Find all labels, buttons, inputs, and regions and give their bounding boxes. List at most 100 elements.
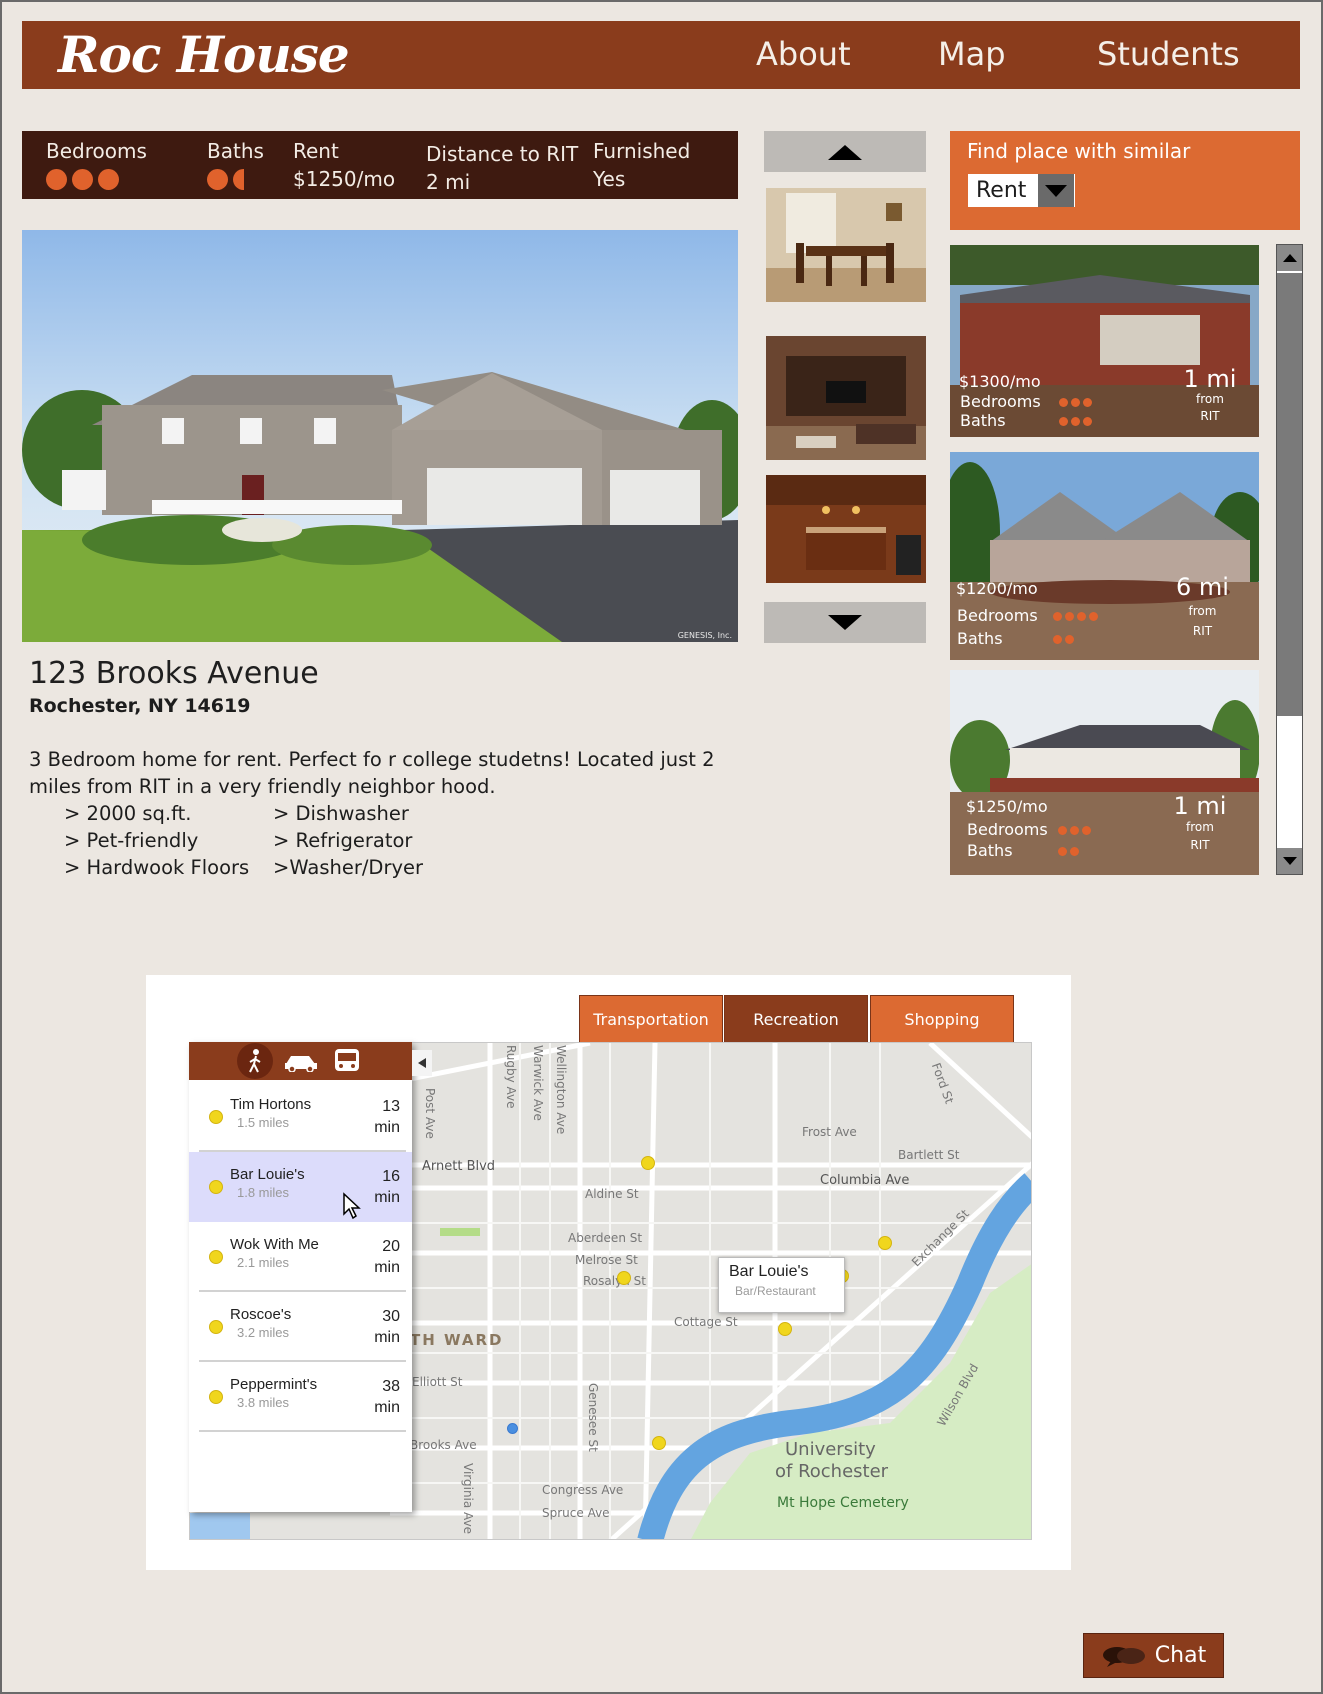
scroll-up-icon[interactable] xyxy=(1277,245,1302,271)
main-house-photo[interactable]: GENESIS, Inc. xyxy=(22,230,738,642)
card-bedrooms-rating xyxy=(1059,398,1092,407)
similar-scrollbar[interactable] xyxy=(1276,244,1303,875)
rating-dot xyxy=(1058,826,1067,835)
spec-bedrooms: Bedrooms xyxy=(46,137,147,190)
card-bedrooms-rating xyxy=(1058,826,1091,835)
place-time: 20 min xyxy=(374,1236,400,1278)
chat-button[interactable]: Chat xyxy=(1083,1633,1224,1678)
place-time-value: 20 xyxy=(382,1238,400,1255)
scroll-down-icon[interactable] xyxy=(1277,848,1302,874)
street-label: Spruce Ave xyxy=(542,1506,610,1520)
place-time: 38 min xyxy=(374,1376,400,1418)
kitchen-illustration xyxy=(766,475,926,583)
card-baths-rating xyxy=(1053,635,1074,644)
card-bedrooms-rating xyxy=(1053,612,1098,621)
street-label: Congress Ave xyxy=(542,1483,624,1497)
place-name: Tim Hortons xyxy=(230,1096,312,1113)
place-marker xyxy=(209,1390,223,1404)
place-time: 30 min xyxy=(374,1306,400,1348)
tab-transportation[interactable]: Transportation xyxy=(579,995,723,1044)
thumbnails-down-button[interactable] xyxy=(764,602,926,643)
tab-shopping[interactable]: Shopping xyxy=(870,995,1014,1044)
place-name: Roscoe's xyxy=(230,1306,292,1323)
photo-credit: GENESIS, Inc. xyxy=(677,631,732,640)
map-pin[interactable] xyxy=(778,1322,792,1336)
spec-furnished-value: Yes xyxy=(593,167,626,191)
street-label: Elliott St xyxy=(412,1375,463,1389)
map-pin[interactable] xyxy=(617,1271,631,1285)
place-item-peppermints[interactable]: Peppermint's 3.8 miles 38 min xyxy=(189,1362,412,1432)
nearby-map-card: Transportation Recreation Shopping Frost… xyxy=(146,975,1071,1570)
bus-icon[interactable] xyxy=(329,1045,365,1077)
street-label: Brooks Ave xyxy=(410,1438,477,1452)
thumbnail-kitchen[interactable] xyxy=(766,475,926,583)
thumbnails-up-button[interactable] xyxy=(764,131,926,172)
street-label: Virginia Ave xyxy=(461,1463,475,1535)
map-pin[interactable] xyxy=(641,1156,655,1170)
walking-icon[interactable] xyxy=(236,1043,273,1079)
callout-name: Bar Louie's xyxy=(729,1263,809,1280)
arrow-down-icon xyxy=(828,614,862,630)
place-item-tim-hortons[interactable]: Tim Hortons 1.5 miles 13 min xyxy=(189,1082,412,1152)
thumbnail-dining-room[interactable] xyxy=(766,188,926,302)
nav-students[interactable]: Students xyxy=(1097,35,1240,73)
scroll-thumb[interactable] xyxy=(1277,273,1302,716)
arrow-up-icon xyxy=(828,144,862,160)
card-rit-label: RIT xyxy=(1200,409,1220,423)
place-time: 13 min xyxy=(374,1096,400,1138)
tab-recreation[interactable]: Recreation xyxy=(724,995,868,1044)
home-location-pin[interactable] xyxy=(507,1423,518,1434)
card-from-label: from xyxy=(1188,604,1217,618)
spec-furnished: Furnished Yes xyxy=(593,137,690,193)
rating-dot xyxy=(1077,612,1086,621)
street-label: Rosalyn St xyxy=(583,1274,646,1288)
nav-map[interactable]: Map xyxy=(938,35,1006,73)
place-time-value: 13 xyxy=(382,1098,400,1115)
chat-label: Chat xyxy=(1154,1643,1207,1668)
spec-baths-label: Baths xyxy=(207,139,264,163)
similar-listing-card[interactable]: $1250/mo Bedrooms Baths 1 mi from RIT xyxy=(950,670,1259,875)
place-marker xyxy=(209,1110,223,1124)
spec-distance-label: Distance to RIT xyxy=(426,142,579,166)
street-label: Rugby Ave xyxy=(504,1045,518,1109)
thumbnail-living-room[interactable] xyxy=(766,336,926,460)
card-baths-rating xyxy=(1058,847,1079,856)
car-icon[interactable] xyxy=(283,1045,319,1077)
card-bedrooms-label: Bedrooms xyxy=(957,606,1038,625)
feature-item: > Hardwook Floors xyxy=(64,856,250,879)
card-price: $1200/mo xyxy=(956,579,1038,598)
place-item-wok-with-me[interactable]: Wok With Me 2.1 miles 20 min xyxy=(189,1222,412,1292)
map-pin[interactable] xyxy=(652,1436,666,1450)
place-time: 16 min xyxy=(374,1166,400,1208)
dining-room-illustration xyxy=(766,188,926,302)
place-item-roscoes[interactable]: Roscoe's 3.2 miles 30 min xyxy=(189,1292,412,1362)
collapse-list-icon[interactable] xyxy=(412,1050,432,1076)
place-time-unit: min xyxy=(374,1399,400,1416)
campus-label: of Rochester xyxy=(775,1461,889,1482)
place-item-bar-louies[interactable]: Bar Louie's 1.8 miles 16 min xyxy=(189,1152,412,1222)
similar-listing-card[interactable]: $1300/mo Bedrooms Baths 1 mi from RIT xyxy=(950,245,1259,437)
divider xyxy=(199,1430,406,1432)
place-distance: 2.1 miles xyxy=(237,1255,290,1270)
spec-furnished-label: Furnished xyxy=(593,139,691,163)
rating-dot xyxy=(1070,847,1079,856)
site-logo[interactable]: Roc House xyxy=(58,25,350,84)
nav-about[interactable]: About xyxy=(756,35,851,73)
map-pin[interactable] xyxy=(878,1236,892,1250)
district-label: TH WARD xyxy=(410,1331,504,1349)
place-distance: 1.8 miles xyxy=(237,1185,290,1200)
rating-dot xyxy=(1071,417,1080,426)
card-baths-label: Baths xyxy=(957,629,1003,648)
rating-dot xyxy=(1083,417,1092,426)
card-price: $1250/mo xyxy=(966,797,1048,816)
bedrooms-rating xyxy=(46,169,147,190)
card-rit-label: RIT xyxy=(1190,838,1210,852)
similar-listing-card[interactable]: $1200/mo Bedrooms Baths 6 mi from RIT xyxy=(950,452,1259,660)
similar-criteria-select[interactable]: Rent xyxy=(968,174,1075,207)
rating-dot xyxy=(1071,398,1080,407)
place-time-value: 30 xyxy=(382,1308,400,1325)
place-name: Wok With Me xyxy=(230,1236,319,1253)
listing-city: Rochester, NY 14619 xyxy=(29,695,251,717)
feature-item: > Refrigerator xyxy=(273,829,413,852)
baths-rating xyxy=(207,169,264,190)
